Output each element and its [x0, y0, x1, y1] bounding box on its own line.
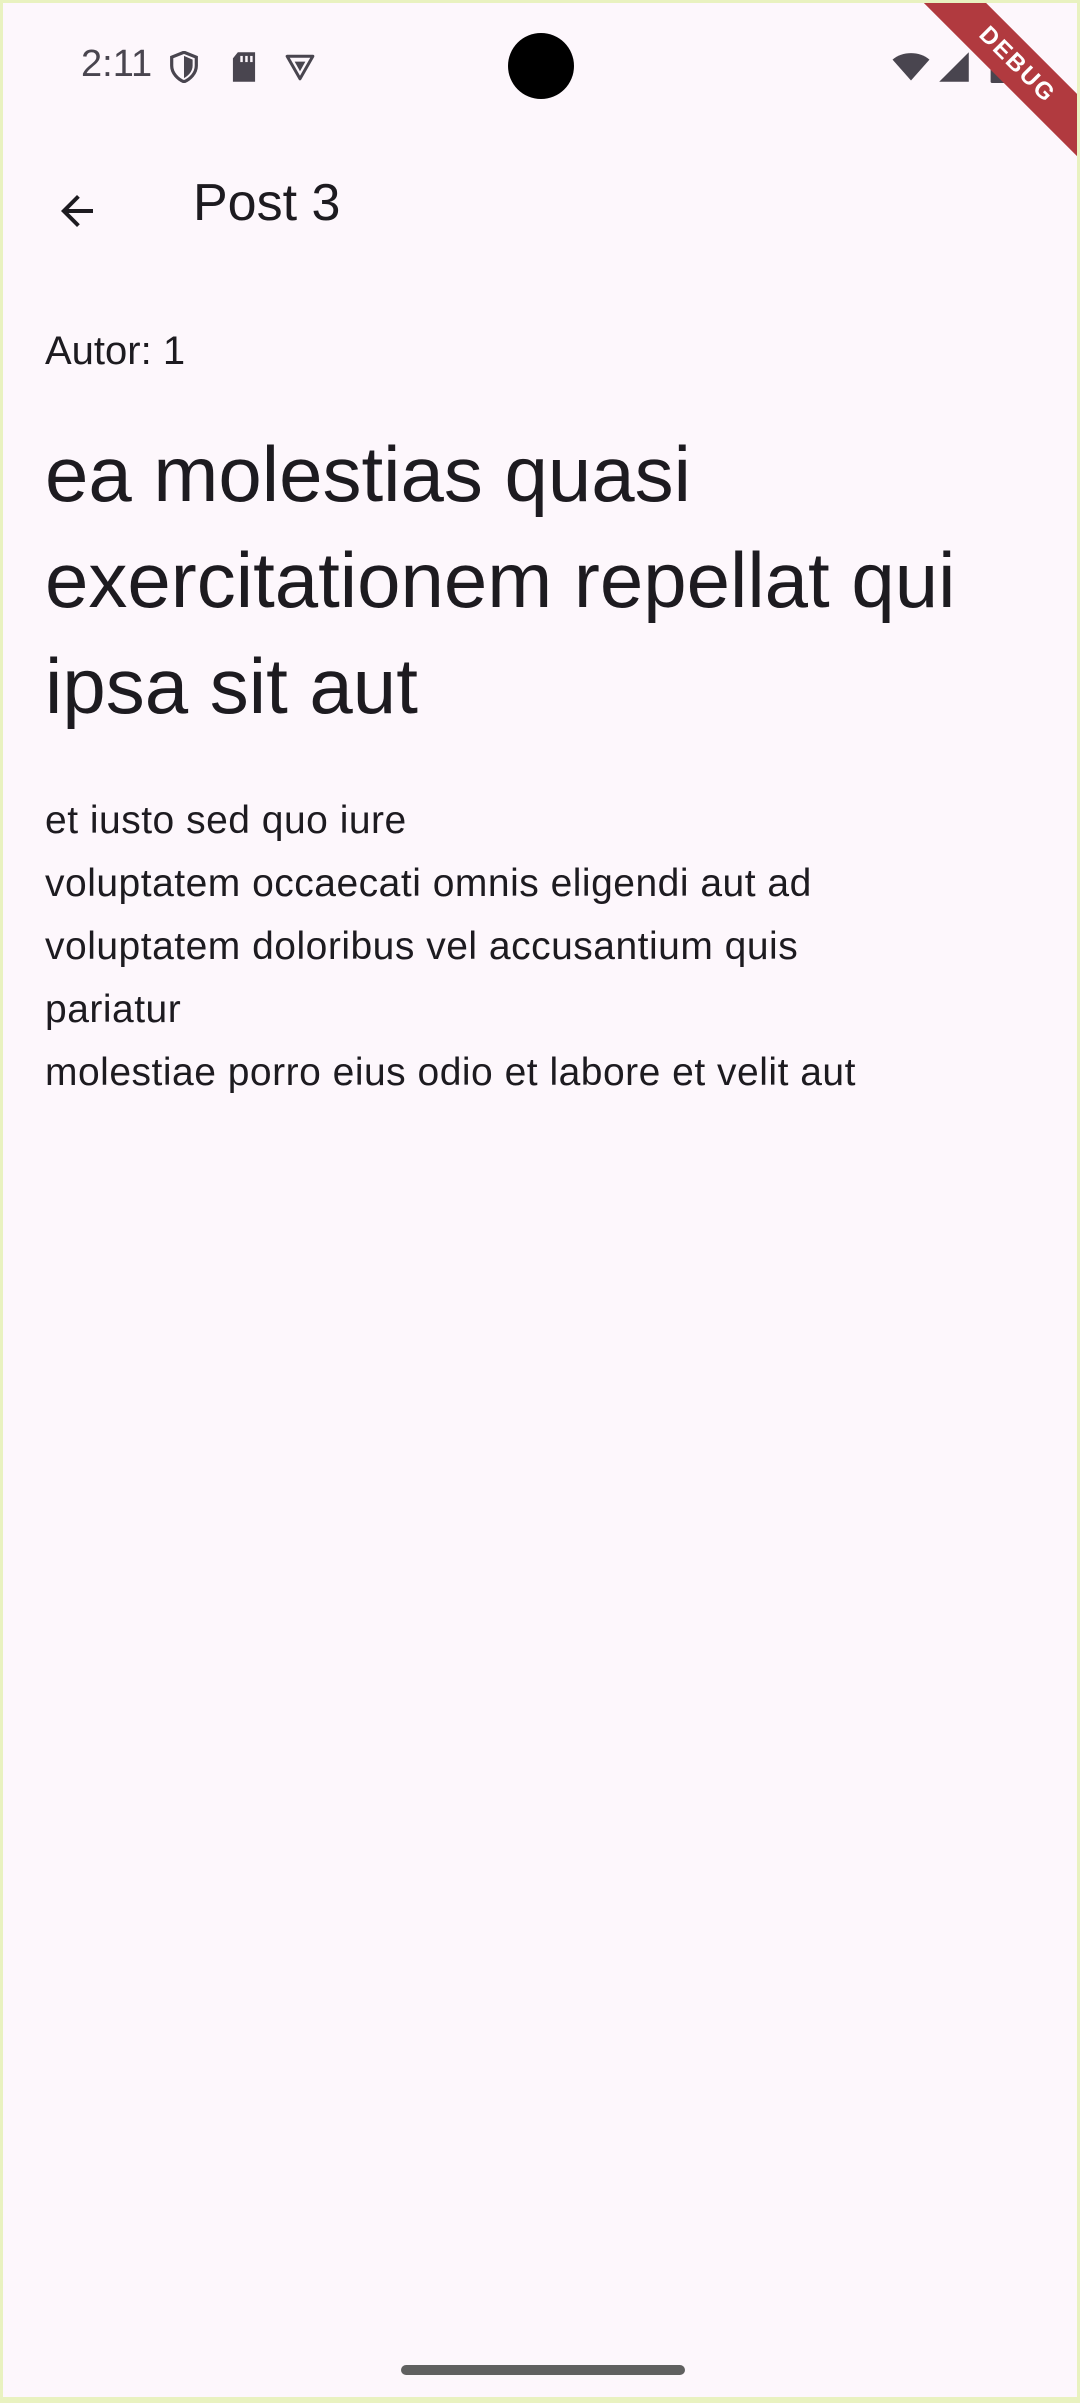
shield-icon	[170, 51, 198, 83]
wifi-icon	[892, 53, 930, 81]
sd-card-icon	[232, 52, 256, 82]
back-button[interactable]	[35, 169, 119, 253]
app-screen: 2:11 DEBUG Post 3 Autor: 1 ea molestias …	[3, 3, 1077, 2397]
post-body-line: molestiae porro eius odio et labore et v…	[45, 1051, 856, 1094]
post-body-line: et iusto sed quo iure	[45, 799, 407, 842]
post-body: et iusto sed quo iure voluptatem occaeca…	[45, 789, 1045, 1104]
page-title: Post 3	[193, 174, 341, 232]
signal-icon	[939, 52, 969, 82]
front-camera	[508, 33, 574, 99]
status-time: 2:11	[81, 43, 153, 85]
post-body-line: voluptatem occaecati omnis eligendi aut …	[45, 862, 812, 905]
post-body-line: voluptatem doloribus vel accusantium qui…	[45, 925, 799, 1031]
vpn-badge-icon	[285, 54, 315, 81]
post-title: ea molestias quasi exercitationem repell…	[45, 430, 956, 730]
app-bar: Post 3	[3, 135, 1077, 275]
home-indicator[interactable]	[401, 2365, 685, 2375]
post-content: Autor: 1 ea molestias quasi exercitation…	[45, 321, 1045, 1104]
status-bar: 2:11	[3, 3, 1077, 131]
arrow-back-icon	[61, 195, 93, 227]
post-author: Autor: 1	[45, 329, 186, 373]
